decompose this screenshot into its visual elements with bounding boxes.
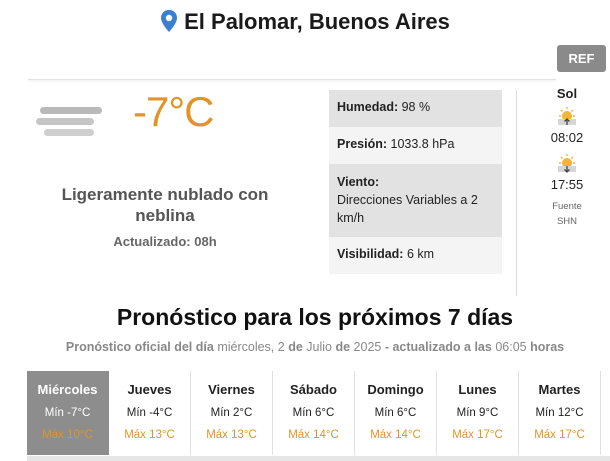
pressure-row: Presión: 1033.8 hPa <box>329 127 502 164</box>
subtitle-text: horas <box>530 340 565 354</box>
updated-time: Actualizado: 08h <box>113 234 217 249</box>
pressure-label: Presión: <box>337 137 388 151</box>
visibility-row: Visibilidad: 6 km <box>329 237 502 274</box>
subtitle-text: Pronóstico oficial del día <box>65 340 214 354</box>
subtitle-date: miércoles, 2 <box>217 340 285 354</box>
wind-value: Direcciones Variables a 2 km/h <box>337 193 478 225</box>
source-label: Fuente <box>552 201 582 212</box>
sun-info: Sol 08:02 17:55 Fuente SHN <box>537 86 597 228</box>
forecast-day[interactable]: Miércoles Mín -7°C Máx 10°C <box>27 371 109 455</box>
vertical-divider <box>516 90 517 296</box>
subtitle-month: Julio <box>306 340 332 354</box>
ref-button[interactable]: REF <box>557 45 606 72</box>
pressure-value: 1033.8 hPa <box>390 137 455 151</box>
day-min-temp: Mín 6°C <box>292 407 335 419</box>
forecast-day[interactable]: Lunes Mín 9°C Máx 17°C <box>437 371 519 455</box>
day-max-temp: Máx 14°C <box>288 429 339 441</box>
forecast-bottom-border <box>27 456 610 461</box>
location-title: El Palomar, Buenos Aires <box>184 9 450 34</box>
visibility-value: 6 km <box>406 247 435 261</box>
day-min-temp: Mín 2°C <box>210 407 253 419</box>
sunrise-icon <box>558 107 576 125</box>
subtitle-year: 2025 <box>353 340 382 354</box>
day-name: Domingo <box>367 382 424 397</box>
wind-label: Viento: <box>337 175 380 189</box>
day-name: Sábado <box>290 382 337 397</box>
day-max-temp: Máx 13°C <box>206 429 257 441</box>
weather-condition: Ligeramente nublado con neblina <box>61 185 269 225</box>
day-min-temp: Mín -4°C <box>126 407 173 419</box>
day-name: Miércoles <box>37 382 98 397</box>
day-max-temp: Máx 13°C <box>124 429 175 441</box>
sunrise-time: 08:02 <box>550 130 584 145</box>
sunset-time: 17:55 <box>550 177 584 192</box>
day-max-temp: Máx 17°C <box>452 429 503 441</box>
location-header: El Palomar, Buenos Aires <box>0 6 610 38</box>
header-divider <box>28 79 556 80</box>
day-name: Viernes <box>208 382 255 397</box>
subtitle-text: de <box>288 340 303 354</box>
humidity-value: 98 % <box>401 100 431 114</box>
fog-clouds-icon <box>36 107 102 136</box>
day-min-temp: Mín -7°C <box>44 407 91 419</box>
forecast-day[interactable]: Jueves Mín -4°C Máx 13°C <box>109 371 191 455</box>
humidity-row: Humedad: 98 % <box>329 90 502 127</box>
day-min-temp: Mín 12°C <box>535 407 584 419</box>
source-value: SHN <box>556 216 578 227</box>
sun-title: Sol <box>556 86 578 101</box>
subtitle-time: 06:05 <box>495 340 527 354</box>
day-max-temp: Máx 10°C <box>42 429 93 441</box>
day-name: Lunes <box>458 382 497 397</box>
map-pin-icon <box>161 10 178 32</box>
subtitle-text: - actualizado a las <box>384 340 492 354</box>
day-max-temp: Máx 17°C <box>534 429 585 441</box>
humidity-label: Humedad: <box>337 100 399 114</box>
forecast-day[interactable]: Viernes Mín 2°C Máx 13°C <box>191 371 273 455</box>
visibility-label: Visibilidad: <box>337 247 404 261</box>
wind-row: Viento: Direcciones Variables a 2 km/h <box>329 164 502 237</box>
forecast-subtitle: Pronóstico oficial del día miércoles, 2 … <box>0 340 610 354</box>
day-max-temp: Máx 14°C <box>370 429 421 441</box>
forecast-day[interactable]: Martes Mín 12°C Máx 17°C <box>519 371 601 455</box>
forecast-days: Miércoles Mín -7°C Máx 10°C Jueves Mín -… <box>27 371 610 461</box>
forecast-day[interactable]: Sábado Mín 6°C Máx 14°C <box>273 371 355 455</box>
day-name: Martes <box>538 382 581 397</box>
weather-details: Humedad: 98 % Presión: 1033.8 hPa Viento… <box>329 90 502 274</box>
day-min-temp: Mín 6°C <box>374 407 417 419</box>
forecast-title: Pronóstico para los próximos 7 días <box>116 304 514 330</box>
current-temperature: -7°C <box>133 88 214 135</box>
day-min-temp: Mín 9°C <box>456 407 499 419</box>
forecast-day[interactable]: Domingo Mín 6°C Máx 14°C <box>355 371 437 455</box>
sunset-icon <box>558 154 576 173</box>
subtitle-text: de <box>335 340 351 354</box>
day-name: Jueves <box>127 382 172 397</box>
